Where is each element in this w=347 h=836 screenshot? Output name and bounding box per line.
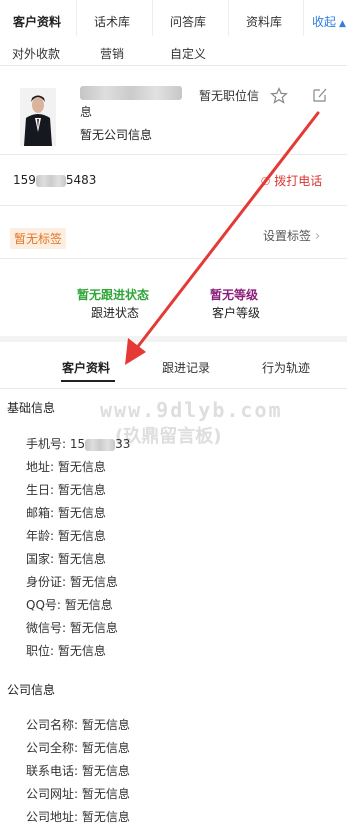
follow-status-value[interactable]: 暂无跟进状态	[77, 286, 149, 303]
divider	[0, 205, 347, 206]
blurred-digits	[35, 174, 66, 187]
tab-customer-profile[interactable]: 客户资料	[13, 13, 61, 30]
active-tab-indicator	[61, 380, 115, 382]
job-position: 暂无职位信	[199, 89, 260, 103]
field-address: 地址: 暂无信息	[26, 460, 106, 474]
company-info: 暂无公司信息	[80, 128, 153, 142]
blurred-digits	[85, 438, 116, 451]
field-birthday: 生日: 暂无信息	[26, 483, 106, 497]
divider	[0, 258, 347, 259]
tab-follow-records[interactable]: 跟进记录	[162, 359, 210, 376]
set-tag-label: 设置标签	[263, 229, 312, 243]
top-nav: 客户资料 话术库 问答库 资料库 收起 ▲ 对外收款 营销 自定义	[0, 0, 347, 66]
set-tag-button[interactable]: 设置标签 ›	[263, 227, 320, 244]
phone-icon: ✆	[261, 175, 271, 188]
divider	[228, 0, 229, 36]
tab-external-payment[interactable]: 对外收款	[12, 45, 60, 62]
field-country: 国家: 暂无信息	[26, 552, 106, 566]
company-info-title: 公司信息	[7, 683, 56, 697]
customer-level-label: 客户等级	[212, 306, 261, 320]
divider	[0, 388, 347, 389]
watermark-url: www.9dlyb.com	[100, 398, 283, 422]
avatar	[20, 88, 56, 146]
tab-qa-library[interactable]: 问答库	[170, 13, 206, 30]
divider	[303, 0, 304, 36]
field-company-website: 公司网址: 暂无信息	[26, 787, 130, 801]
tab-script-library[interactable]: 话术库	[94, 13, 130, 30]
follow-status-label: 跟进状态	[91, 306, 140, 320]
watermark-text: (玖鼎留言板)	[115, 426, 222, 447]
phone-blur	[85, 438, 116, 451]
divider	[0, 154, 347, 155]
customer-level-value[interactable]: 暂无等级	[210, 286, 258, 303]
phone-prefix: 159	[13, 173, 36, 187]
field-phone: 手机号: 15 33	[26, 435, 130, 452]
field-age: 年龄: 暂无信息	[26, 529, 106, 543]
field-company-fullname: 公司全称: 暂无信息	[26, 741, 130, 755]
tag-badge: 暂无标签	[10, 228, 67, 249]
call-button[interactable]: ✆ 拨打电话	[261, 172, 322, 189]
edit-icon[interactable]	[312, 87, 328, 103]
field-phone-label: 手机号: 15	[26, 437, 86, 451]
divider	[152, 0, 153, 36]
tab-customer-data[interactable]: 客户资料	[62, 359, 110, 376]
tab-custom[interactable]: 自定义	[170, 45, 206, 62]
divider	[76, 0, 77, 36]
chevron-up-icon: ▲	[339, 19, 346, 29]
field-wechat: 微信号: 暂无信息	[26, 621, 118, 635]
tab-marketing[interactable]: 营销	[100, 45, 124, 62]
chevron-right-icon: ›	[315, 229, 321, 244]
call-label: 拨打电话	[274, 174, 323, 188]
tab-material-library[interactable]: 资料库	[246, 13, 282, 30]
field-email: 邮箱: 暂无信息	[26, 506, 106, 520]
collapse-button[interactable]: 收起 ▲	[312, 13, 346, 30]
collapse-label: 收起	[312, 15, 337, 29]
field-position: 职位: 暂无信息	[26, 644, 106, 658]
tab-behavior-track[interactable]: 行为轨迹	[262, 359, 310, 376]
field-contact-phone: 联系电话: 暂无信息	[26, 764, 130, 778]
job-position-cont: 息	[80, 105, 93, 119]
phone-number: 159 5483	[13, 173, 96, 187]
phone-blur	[35, 174, 66, 187]
field-qq: QQ号: 暂无信息	[26, 598, 113, 612]
star-icon[interactable]	[270, 87, 288, 105]
section-gap	[0, 336, 347, 342]
field-id-card: 身份证: 暂无信息	[26, 575, 118, 589]
field-company-address: 公司地址: 暂无信息	[26, 810, 130, 824]
phone-suffix: 5483	[65, 173, 97, 187]
blurred-name	[80, 86, 182, 100]
field-company-name: 公司名称: 暂无信息	[26, 718, 130, 732]
basic-info-title: 基础信息	[7, 401, 56, 415]
field-phone-tail: 33	[115, 437, 131, 451]
